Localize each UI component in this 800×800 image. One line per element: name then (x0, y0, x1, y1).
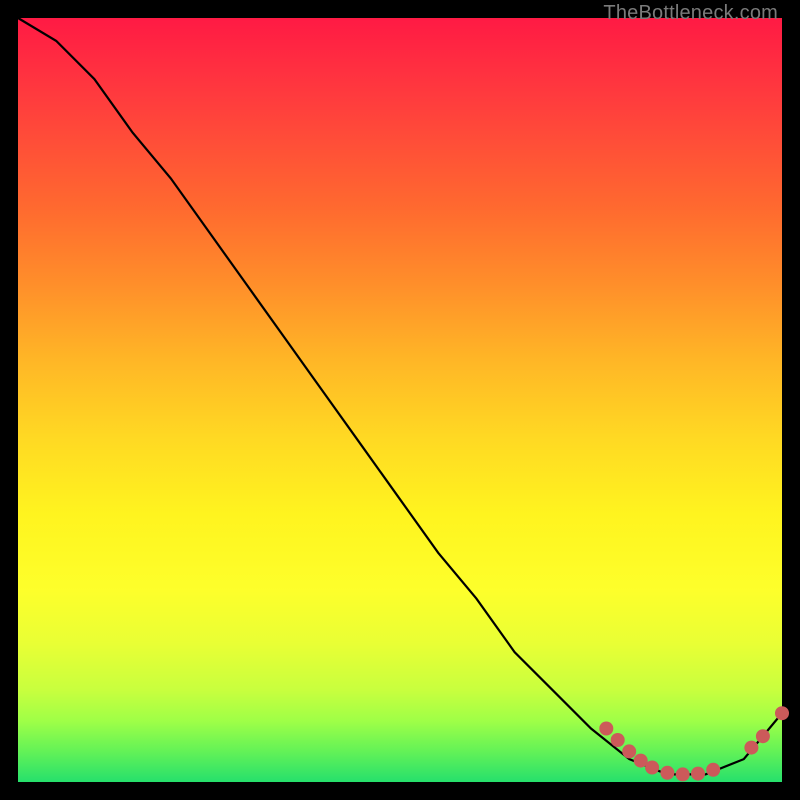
data-marker (622, 744, 636, 758)
chart-svg (18, 18, 782, 782)
data-marker (744, 741, 758, 755)
data-marker (676, 767, 690, 781)
chart-frame: TheBottleneck.com (0, 0, 800, 800)
data-marker (706, 763, 720, 777)
data-marker (660, 766, 674, 780)
data-marker (611, 733, 625, 747)
chart-plot-area (18, 18, 782, 782)
data-marker (599, 722, 613, 736)
data-marker (775, 706, 789, 720)
marker-group (599, 706, 789, 781)
bottleneck-curve (18, 18, 782, 774)
watermark-text: TheBottleneck.com (603, 2, 778, 25)
data-marker (756, 729, 770, 743)
data-marker (645, 761, 659, 775)
data-marker (691, 767, 705, 781)
